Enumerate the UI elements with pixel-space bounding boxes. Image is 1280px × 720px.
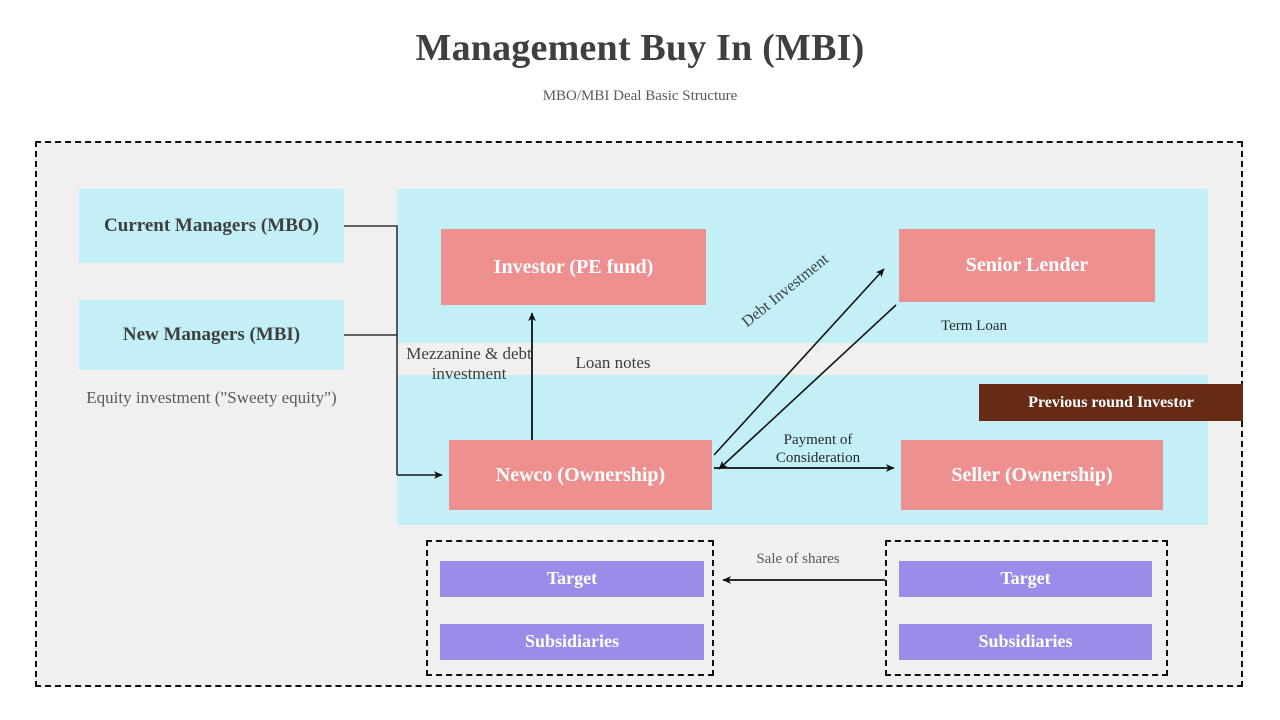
diagram-canvas: Management Buy In (MBI) MBO/MBI Deal Bas… <box>0 0 1280 720</box>
label-term-loan: Term Loan <box>940 318 1007 334</box>
page-subtitle: MBO/MBI Deal Basic Structure <box>542 88 738 104</box>
entity-new-managers[interactable]: New Managers (MBI) <box>79 300 344 370</box>
label-payment-of-consideration: Payment of Consideration <box>775 432 861 466</box>
label-sale-of-shares: Sale of shares <box>756 551 840 567</box>
entity-subsidiaries-left[interactable]: Subsidiaries <box>440 624 704 660</box>
entity-subsidiaries-right[interactable]: Subsidiaries <box>899 624 1152 660</box>
label-mezzanine-debt-investment: Mezzanine & debt investment <box>406 344 532 384</box>
entity-investor-pe-fund[interactable]: Investor (PE fund) <box>441 229 706 305</box>
label-equity-investment: Equity investment ("Sweety equity") <box>86 388 337 407</box>
entity-target-right[interactable]: Target <box>899 561 1152 597</box>
entity-current-managers[interactable]: Current Managers (MBO) <box>79 189 344 263</box>
page-title: Management Buy In (MBI) <box>415 27 865 69</box>
entity-target-left[interactable]: Target <box>440 561 704 597</box>
entity-seller[interactable]: Seller (Ownership) <box>901 440 1163 510</box>
entity-senior-lender[interactable]: Senior Lender <box>899 229 1155 302</box>
label-loan-notes: Loan notes <box>575 353 651 372</box>
entity-newco[interactable]: Newco (Ownership) <box>449 440 712 510</box>
entity-previous-round-investor[interactable]: Previous round Investor <box>979 384 1243 421</box>
